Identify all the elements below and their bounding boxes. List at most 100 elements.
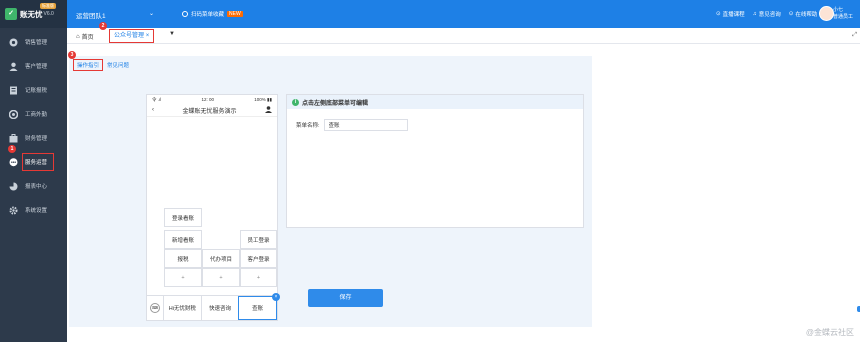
sidebar-item-label: 系统设置 (25, 208, 48, 214)
save-button[interactable]: 保存 (308, 289, 383, 307)
app-logo[interactable]: ✓ 账无忧 V6.0 标准版 (0, 0, 67, 28)
menu-cell-login-view[interactable]: 登录看账 (164, 208, 202, 227)
menu-cell-tax[interactable]: 报税 (164, 249, 202, 268)
signal-icon: 令 .ıl (152, 97, 162, 102)
add-submenu-button[interactable]: + (240, 268, 277, 287)
sidebar-item-label: 销售管理 (25, 40, 48, 46)
add-submenu-button[interactable]: + (202, 268, 240, 287)
annotation-marker-3: 3 (68, 51, 76, 59)
sidebar-nav: 销售管理 客户管理 记账报税 工商外勤 财务管理 服务运营 报表中心 系统设置 (0, 30, 67, 222)
menu-name-input[interactable] (323, 119, 408, 131)
tab-home-label: 首页 (81, 35, 94, 41)
company-selector[interactable]: 运营团队1 (76, 10, 106, 20)
top-right-links: ⊙直播课程 ♫意见咨询 ⊙在线帮助⌄ (716, 10, 824, 18)
info-icon: i (292, 98, 299, 106)
sidebar-item-label: 记账报税 (25, 88, 48, 94)
menu-editor: i 点击左侧底部菜单可编辑 菜单名称: (286, 94, 584, 228)
chart-icon (9, 182, 18, 191)
menu-cell-agency[interactable]: 代办项目 (202, 249, 240, 268)
editor-header: i 点击左侧底部菜单可编辑 (287, 95, 583, 109)
sidebar-item-reports[interactable]: 报表中心 (0, 174, 67, 198)
keyboard-toggle[interactable]: ⌨ (147, 296, 163, 320)
finance-icon (9, 133, 18, 143)
tab-label: 公众号管理 (114, 33, 145, 39)
chevron-down-icon[interactable]: ⌄ (149, 10, 154, 17)
menu-cell-client-login[interactable]: 客户登录 (240, 249, 277, 268)
tab-bar: ⌂ 首页 公众号管理 × ▼ ⤢ (67, 28, 860, 44)
feedback-link[interactable]: ♫ 意见咨询 (753, 10, 781, 18)
user-menu[interactable]: 小七 普通员工 (833, 7, 857, 20)
sidebar-item-service-operations[interactable]: 服务运营 (0, 150, 67, 174)
phone-bottom-menu: ⌨ Hi无忧财税 快速咨询 查账 × (147, 293, 281, 320)
home-icon: ⌂ (76, 33, 80, 40)
subtab-faq[interactable]: 常见问题 (107, 59, 129, 71)
sidebar-item-label: 财务管理 (25, 136, 48, 142)
app-version: V6.0 (43, 11, 54, 17)
tab-official-account[interactable]: 公众号管理 × (109, 29, 155, 43)
scan-icon (182, 11, 188, 17)
sidebar-item-field-service[interactable]: 工商外勤 (0, 102, 67, 126)
avatar[interactable] (819, 6, 834, 21)
clock-icon: ⊙ (716, 11, 721, 17)
sidebar-item-sales[interactable]: 销售管理 (0, 30, 67, 54)
delete-menu-icon[interactable]: × (272, 293, 281, 301)
highlight-box (22, 153, 54, 171)
phone-title-bar: ‹ 金蝶账无忧服务演示 (147, 104, 277, 117)
headset-icon: ♫ (752, 11, 757, 17)
user-icon (9, 62, 18, 71)
scan-menu-link[interactable]: 扫码菜单收藏 NEW (182, 10, 243, 18)
sales-icon (9, 38, 18, 47)
watermark: @金蝶云社区 (805, 328, 854, 337)
back-icon: ‹ (152, 107, 154, 113)
gear-icon (9, 206, 18, 215)
chat-icon (9, 157, 18, 167)
editor-hint: 点击左侧底部菜单可编辑 (302, 100, 369, 107)
help-label: 在线帮助 (795, 12, 818, 18)
annotation-marker-2: 2 (99, 22, 107, 30)
tab-home[interactable]: ⌂ 首页 (76, 32, 94, 42)
close-icon[interactable]: × (146, 33, 150, 39)
subtab-guide[interactable]: 操作指引 (73, 59, 104, 71)
business-icon (9, 109, 18, 119)
sidebar-item-label: 报表中心 (25, 184, 48, 190)
phone-status-bar: 令 .ıl 12: 00 100% ▮▮ (147, 95, 277, 104)
sidebar-item-settings[interactable]: 系统设置 (0, 198, 67, 222)
live-course-link[interactable]: ⊙ 直播课程 (716, 10, 745, 18)
fullscreen-icon[interactable]: ⤢ (852, 32, 857, 39)
top-bar: 运营团队1 ⌄ 扫码菜单收藏 NEW ⊙直播课程 ♫意见咨询 ⊙在线帮助⌄ 小七… (67, 0, 860, 28)
phone-preview: 令 .ıl 12: 00 100% ▮▮ ‹ 金蝶账无忧服务演示 登录看账 新增… (146, 94, 281, 321)
tab-dropdown-icon[interactable]: ▼ (169, 31, 175, 37)
keyboard-icon: ⌨ (150, 303, 160, 313)
phone-time: 12: 00 (201, 97, 215, 102)
sidebar-item-customers[interactable]: 客户管理 (0, 54, 67, 78)
battery-icon: 100% ▮▮ (254, 97, 272, 102)
logo-mark-icon: ✓ (5, 8, 17, 20)
person-icon (264, 105, 272, 115)
menu-name-row: 菜单名称: (296, 119, 408, 131)
add-submenu-button[interactable]: + (164, 268, 202, 287)
sidebar: ✓ 账无忧 V6.0 标准版 销售管理 客户管理 记账报税 工商外勤 财务管理 … (0, 0, 67, 342)
edition-badge: 标准版 (40, 3, 56, 9)
app-name: 账无忧 (20, 9, 43, 19)
menu-cell-add-view[interactable]: 新增看账 (164, 230, 202, 249)
live-course-label: 直播课程 (722, 12, 745, 18)
main-content: 操作指引 常见问题 令 .ıl 12: 00 100% ▮▮ ‹ 金蝶账无忧服务… (67, 44, 860, 342)
help-icon: ⊙ (788, 11, 794, 17)
bottom-menu-check-account[interactable]: 查账 × (238, 293, 281, 320)
scan-label: 扫码菜单收藏 (191, 12, 225, 18)
menu-name-label: 菜单名称: (296, 123, 320, 129)
menu-config-panel: 操作指引 常见问题 令 .ıl 12: 00 100% ▮▮ ‹ 金蝶账无忧服务… (69, 56, 592, 327)
ledger-icon (9, 86, 18, 95)
sidebar-item-bookkeeping[interactable]: 记账报税 (0, 78, 67, 102)
bottom-menu-label: 查账 (252, 306, 264, 312)
user-role: 普通员工 (833, 13, 854, 20)
sub-tabs: 操作指引 常见问题 (73, 59, 129, 71)
new-badge: NEW (227, 11, 243, 17)
bottom-menu-hi[interactable]: Hi无忧财税 (163, 296, 201, 320)
bottom-menu-consult[interactable]: 快速咨询 (200, 296, 239, 320)
feedback-label: 意见咨询 (758, 12, 781, 18)
phone-title: 金蝶账无忧服务演示 (182, 108, 237, 115)
menu-cell-staff-login[interactable]: 员工登录 (240, 230, 277, 249)
annotation-marker-1: 1 (8, 145, 16, 153)
sidebar-item-label: 客户管理 (25, 64, 48, 70)
